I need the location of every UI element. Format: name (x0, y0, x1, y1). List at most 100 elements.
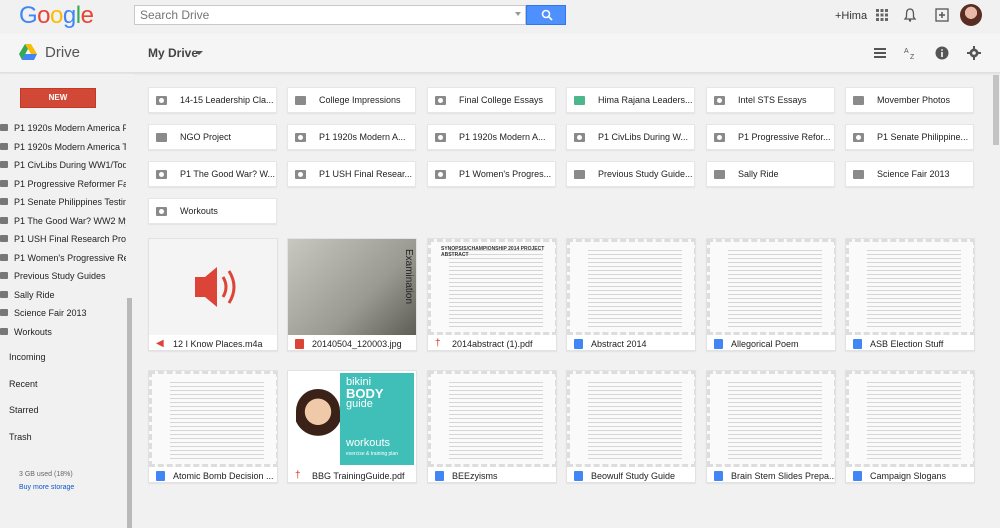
folder-icon (0, 216, 8, 224)
tree-folder-item[interactable]: P1 CivLibs During WW1/Tod (0, 157, 126, 173)
folder-label: NGO Project (180, 132, 232, 142)
file-item[interactable]: SYNOPSIS/CHAMPIONSHIP 2014 PROJECT ABSTR… (427, 238, 557, 351)
main-scrollbar[interactable] (993, 75, 999, 145)
file-item[interactable]: ◀ 12 I Know Places.m4a (148, 238, 278, 351)
file-item[interactable]: Campaign Slogans (845, 370, 975, 483)
file-item[interactable]: Abstract 2014 (566, 238, 696, 351)
cartoon-figure-image (296, 389, 340, 449)
tree-folder-item[interactable]: P1 1920s Modern America F (0, 120, 126, 136)
file-item[interactable]: Examination 20140504_120003.jpg (287, 238, 417, 351)
folder-item[interactable]: P1 1920s Modern A... (287, 124, 416, 150)
folder-item[interactable]: P1 USH Final Resear... (287, 161, 416, 187)
sidebar-scrollbar[interactable] (127, 298, 132, 528)
search-input[interactable] (135, 6, 505, 24)
tree-folder-item[interactable]: P1 The Good War? WW2 Myt (0, 213, 126, 229)
folder-icon (574, 170, 585, 179)
tree-folder-item[interactable]: Workouts (0, 324, 126, 340)
avatar[interactable] (960, 4, 982, 26)
folder-item[interactable]: Movember Photos (845, 87, 974, 113)
file-label: 12 I Know Places.m4a (173, 339, 263, 349)
search-button[interactable] (526, 5, 566, 25)
tree-folder-item[interactable]: P1 USH Final Research Proje (0, 231, 126, 247)
folder-item[interactable]: P1 Women's Progres... (427, 161, 556, 187)
folder-item[interactable]: Science Fair 2013 (845, 161, 974, 187)
tree-folder-label: P1 Women's Progressive Ret (14, 252, 126, 263)
folder-icon (0, 198, 8, 205)
folder-item[interactable]: P1 Senate Philippine... (845, 124, 974, 150)
settings-gear-icon[interactable] (967, 46, 981, 60)
folder-item[interactable]: Workouts (148, 198, 277, 224)
folder-label: P1 Senate Philippine... (877, 132, 969, 142)
tree-folder-item[interactable]: Science Fair 2013 (0, 305, 126, 321)
tree-folder-item[interactable]: Previous Study Guides (0, 268, 126, 284)
my-drive-dropdown[interactable]: My Drive (148, 46, 198, 60)
folder-item[interactable]: P1 The Good War? W... (148, 161, 277, 187)
folder-label: P1 1920s Modern A... (319, 132, 406, 142)
folder-item[interactable]: 14-15 Leadership Cla... (148, 87, 277, 113)
tree-folder-label: Workouts (14, 326, 52, 337)
file-item[interactable]: Beowulf Study Guide (566, 370, 696, 483)
folder-label: 14-15 Leadership Cla... (180, 95, 274, 105)
folder-item[interactable]: P1 CivLibs During W... (566, 124, 695, 150)
info-icon[interactable] (935, 46, 949, 60)
doc-file-icon (714, 471, 723, 481)
audio-file-icon: ◀ (156, 338, 164, 349)
folder-icon (714, 170, 725, 179)
svg-text:A: A (904, 48, 909, 55)
nav-trash[interactable]: Trash (9, 432, 32, 442)
folder-icon (0, 124, 8, 131)
tree-folder-label: P1 1920s Modern America F (14, 123, 126, 133)
folder-item[interactable]: Intel STS Essays (706, 87, 835, 113)
sort-az-icon[interactable]: A Z (904, 46, 918, 60)
folder-item[interactable]: Final College Essays (427, 87, 556, 113)
google-logo[interactable]: Google (19, 2, 94, 30)
search-options-caret-icon[interactable] (515, 12, 521, 16)
folder-item[interactable]: NGO Project (148, 124, 277, 150)
file-item[interactable]: Atomic Bomb Decision ... (148, 370, 278, 483)
tree-folder-item[interactable]: P1 Senate Philippines Testin (0, 194, 126, 210)
nav-recent[interactable]: Recent (9, 379, 38, 389)
notifications-bell-icon[interactable] (903, 8, 917, 22)
svg-text:Z: Z (910, 54, 915, 60)
folder-label: Workouts (180, 206, 218, 216)
folder-item[interactable]: P1 1920s Modern A... (427, 124, 556, 150)
tree-folder-item[interactable]: P1 Women's Progressive Ret (0, 250, 126, 266)
photo-caption-text: Examination (403, 249, 414, 305)
nav-incoming[interactable]: Incoming (9, 352, 46, 362)
file-item[interactable]: BEEzyisms (427, 370, 557, 483)
drive-toolbar: Drive My Drive A Z (0, 33, 1000, 73)
user-name-link[interactable]: +Hima (835, 10, 867, 22)
folder-item[interactable]: Sally Ride (706, 161, 835, 187)
folder-label: P1 The Good War? W... (180, 169, 276, 179)
file-label: ASB Election Stuff (870, 339, 944, 349)
folder-item[interactable]: Hima Rajana Leaders... (566, 87, 695, 113)
file-item[interactable]: bikini BODY guide workouts exercise & traini… (287, 370, 417, 483)
file-thumbnail (846, 239, 974, 335)
folder-label: P1 CivLibs During W... (598, 132, 689, 142)
file-item[interactable]: Allegorical Poem (706, 238, 836, 351)
tree-folder-item[interactable]: Sally Ride (0, 287, 126, 303)
folder-icon (0, 161, 8, 168)
list-view-icon[interactable] (873, 46, 887, 60)
apps-grid-icon[interactable] (875, 8, 889, 22)
drive-logo-icon (19, 44, 37, 60)
file-thumbnail (567, 371, 695, 467)
file-item[interactable]: Brain Stem Slides Prepa... (706, 370, 836, 483)
tree-folder-item[interactable]: P1 Progressive Reformer Fac (0, 176, 126, 192)
file-thumbnail (149, 239, 277, 335)
folder-item[interactable]: P1 Progressive Refor... (706, 124, 835, 150)
nav-starred[interactable]: Starred (9, 405, 39, 415)
folder-item[interactable]: College Impressions (287, 87, 416, 113)
file-thumbnail: bikini BODY guide workouts exercise & traini… (288, 371, 416, 467)
file-thumbnail: Examination (288, 239, 416, 335)
file-label: Allegorical Poem (731, 339, 799, 349)
folder-label: Movember Photos (877, 95, 951, 105)
file-item[interactable]: ASB Election Stuff (845, 238, 975, 351)
tree-folder-item[interactable]: P1 1920s Modern America T (0, 139, 126, 155)
share-plus-icon[interactable] (935, 8, 949, 22)
search-box (134, 5, 526, 25)
buy-storage-link[interactable]: Buy more storage (19, 484, 74, 491)
chevron-down-icon[interactable] (195, 51, 203, 55)
folder-item[interactable]: Previous Study Guide... (566, 161, 695, 187)
new-button[interactable]: NEW (20, 88, 96, 108)
